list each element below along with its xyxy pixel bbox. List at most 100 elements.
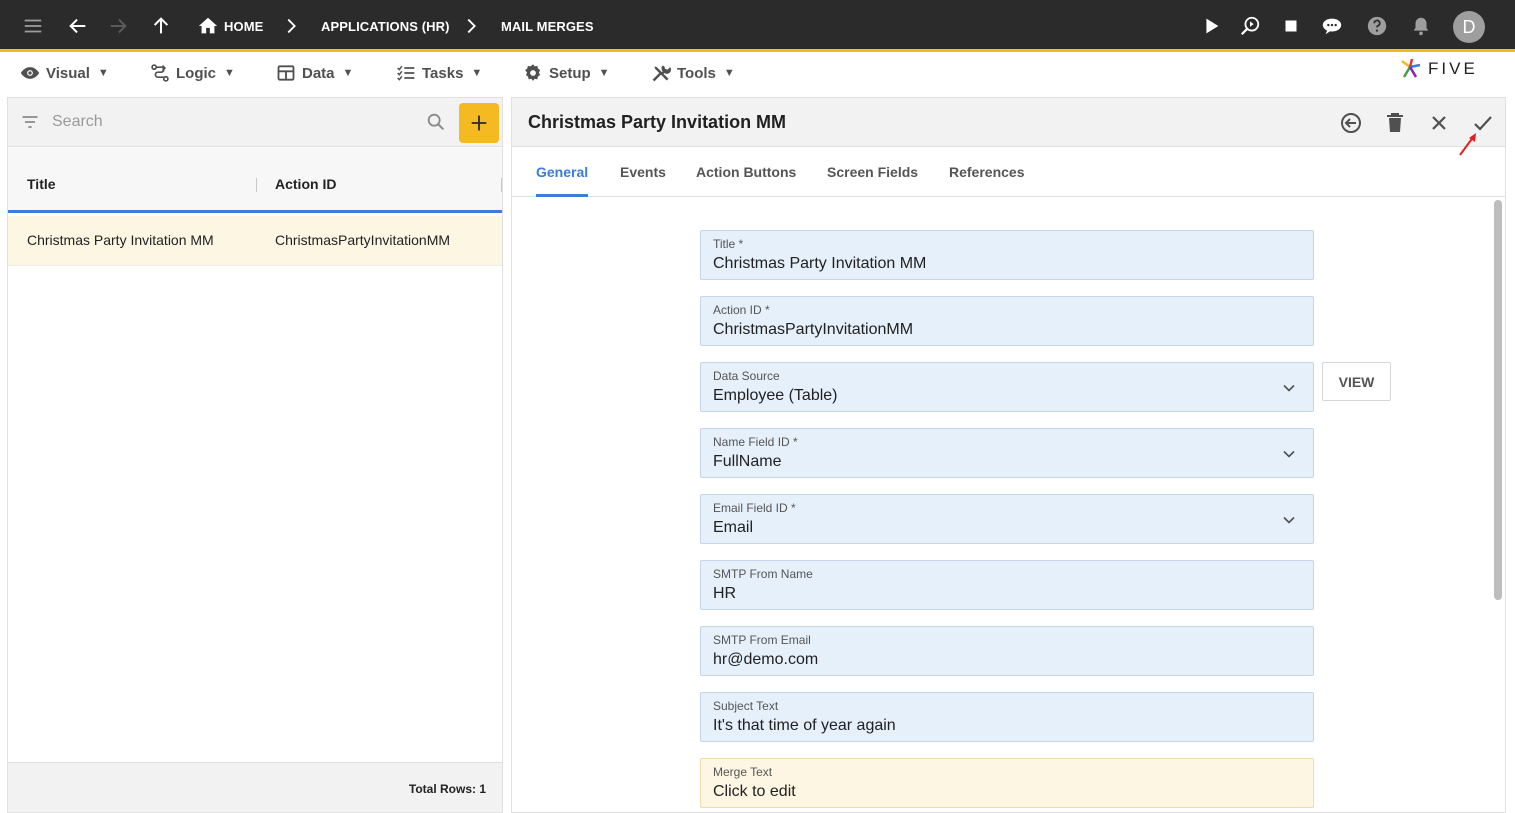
menu-setup-label: Setup: [549, 64, 591, 82]
menu-tasks-label: Tasks: [422, 64, 464, 82]
filter-icon[interactable]: [20, 112, 40, 132]
menu-data-label: Data: [302, 64, 335, 82]
tab-screen-fields[interactable]: Screen Fields: [827, 164, 918, 180]
menu-setup[interactable]: Setup ▼: [523, 61, 610, 85]
smtp-from-name-field[interactable]: SMTP From Name HR: [700, 560, 1314, 610]
field-label: Title *: [713, 237, 744, 251]
tab-general[interactable]: General: [536, 164, 588, 180]
menu-visual[interactable]: Visual ▼: [20, 61, 109, 85]
menu-caret: ▼: [224, 67, 235, 79]
five-logo-text: FIVE: [1428, 59, 1478, 78]
chevron-right-icon: [460, 15, 482, 37]
email-field-id-select[interactable]: Email Field ID * Email: [700, 494, 1314, 544]
stop-icon[interactable]: [1280, 15, 1302, 37]
merge-text-editor[interactable]: Merge Text Click to edit: [700, 758, 1314, 808]
menu-caret: ▼: [598, 67, 610, 79]
hamburger-menu-icon[interactable]: [22, 15, 44, 37]
bell-icon[interactable]: [1410, 15, 1432, 37]
breadcrumb-home[interactable]: HOME: [224, 18, 263, 36]
name-field-id-select[interactable]: Name Field ID * FullName: [700, 428, 1314, 478]
field-label: Data Source: [713, 369, 780, 383]
field-label: Name Field ID *: [713, 435, 798, 449]
search-bar: [8, 98, 502, 147]
search-icon[interactable]: [425, 111, 447, 133]
gear-icon: [525, 64, 541, 81]
eye-icon: [20, 67, 40, 79]
menu-caret: ▼: [97, 67, 109, 79]
chevron-down-icon[interactable]: [1279, 378, 1299, 398]
cell-title: Christmas Party Invitation MM: [27, 232, 214, 248]
title-field[interactable]: Title * Christmas Party Invitation MM: [700, 230, 1314, 280]
tab-action-buttons[interactable]: Action Buttons: [696, 164, 796, 180]
menu-caret: ▼: [471, 67, 483, 79]
chevron-right-icon: [280, 15, 302, 37]
form-header: Christmas Party Invitation MM: [512, 98, 1505, 156]
table-icon: [277, 65, 295, 81]
menu-tools[interactable]: Tools ▼: [651, 61, 735, 85]
field-label: Action ID *: [713, 303, 770, 317]
scrollbar-thumb[interactable]: [1494, 200, 1502, 600]
table-row[interactable]: Christmas Party Invitation MM ChristmasP…: [8, 216, 502, 266]
active-tab-indicator: [536, 194, 588, 197]
chevron-down-icon[interactable]: [1279, 510, 1299, 530]
field-value: HR: [713, 585, 737, 602]
top-app-bar: HOME APPLICATIONS (HR) MAIL MERGES D: [0, 0, 1515, 52]
debug-search-icon[interactable]: [1239, 15, 1261, 37]
breadcrumb-mail-merges[interactable]: MAIL MERGES: [501, 18, 594, 36]
field-value: hr@demo.com: [713, 651, 819, 668]
field-value: Employee (Table): [713, 387, 838, 404]
column-separator[interactable]: [256, 178, 257, 192]
help-icon[interactable]: [1366, 15, 1388, 37]
tab-events[interactable]: Events: [620, 164, 666, 180]
menu-visual-label: Visual: [46, 64, 90, 82]
subject-text-field[interactable]: Subject Text It's that time of year agai…: [700, 692, 1314, 742]
tab-references[interactable]: References: [949, 164, 1025, 180]
action-id-field[interactable]: Action ID * ChristmasPartyInvitationMM: [700, 296, 1314, 346]
form-title: Christmas Party Invitation MM: [528, 112, 787, 132]
form-panel: Christmas Party Invitation MM General Ev…: [511, 97, 1506, 813]
plus-icon: [471, 115, 487, 131]
field-label: Email Field ID *: [713, 501, 796, 515]
avatar[interactable]: D: [1453, 11, 1485, 43]
chat-icon[interactable]: [1321, 15, 1343, 37]
field-value: FullName: [713, 453, 782, 470]
field-value: Email: [713, 519, 754, 536]
list-panel: Title Action ID Christmas Party Invitati…: [7, 97, 503, 813]
field-value: ChristmasPartyInvitationMM: [713, 321, 914, 338]
back-arrow-icon[interactable]: [67, 15, 89, 37]
breadcrumb-applications[interactable]: APPLICATIONS (HR): [321, 18, 450, 36]
home-icon[interactable]: [197, 15, 219, 37]
column-header-title[interactable]: Title: [27, 176, 56, 192]
play-icon[interactable]: [1200, 15, 1222, 37]
view-button[interactable]: VIEW: [1322, 362, 1391, 401]
close-icon[interactable]: [1426, 110, 1452, 136]
field-value: Click to edit: [713, 783, 796, 800]
menu-logic[interactable]: Logic ▼: [150, 61, 235, 85]
search-input[interactable]: [52, 110, 412, 134]
field-label: Subject Text: [713, 699, 779, 713]
list-footer: Total Rows: 1: [8, 762, 502, 812]
menu-tools-label: Tools: [677, 64, 716, 82]
column-separator[interactable]: [501, 178, 502, 192]
forward-arrow-icon[interactable]: [107, 15, 129, 37]
menu-caret: ▼: [342, 67, 354, 79]
history-back-icon[interactable]: [1338, 110, 1364, 136]
field-label: SMTP From Name: [713, 567, 813, 581]
menu-tasks[interactable]: Tasks ▼: [396, 61, 482, 85]
chevron-down-icon[interactable]: [1279, 444, 1299, 464]
smtp-from-email-field[interactable]: SMTP From Email hr@demo.com: [700, 626, 1314, 676]
field-label: SMTP From Email: [713, 633, 811, 647]
up-arrow-icon[interactable]: [150, 15, 172, 37]
menu-data[interactable]: Data ▼: [276, 61, 353, 85]
logic-icon: [151, 64, 169, 82]
column-header-action-id[interactable]: Action ID: [275, 176, 336, 192]
data-source-select[interactable]: Data Source Employee (Table): [700, 362, 1314, 412]
total-rows-label: Total Rows: 1: [408, 782, 486, 796]
field-label: Merge Text: [713, 765, 773, 779]
menu-caret: ▼: [723, 67, 735, 79]
five-logo-mark-icon: [1401, 58, 1421, 78]
delete-icon[interactable]: [1382, 110, 1408, 136]
add-record-button[interactable]: [459, 103, 499, 143]
menu-bar: Visual ▼ Logic ▼ Data ▼ Tasks ▼ Setup ▼ Tools…: [0, 55, 1515, 91]
menu-logic-label: Logic: [176, 64, 216, 82]
